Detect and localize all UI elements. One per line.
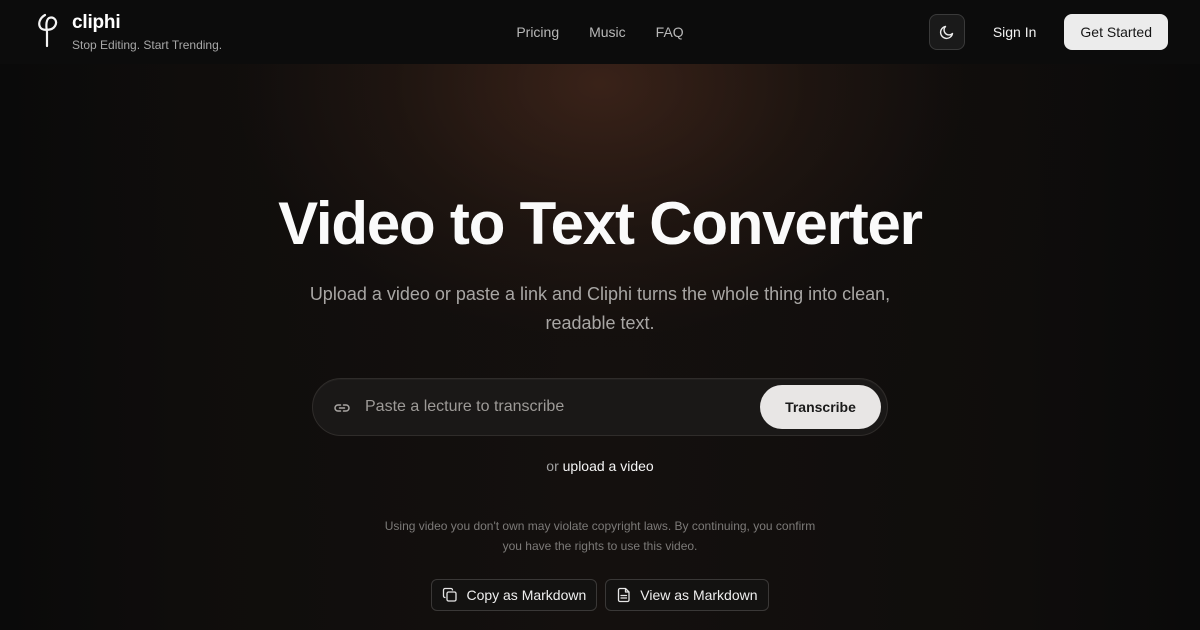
brand-name: cliphi	[72, 12, 121, 33]
copy-icon	[443, 587, 458, 602]
copyright-disclaimer: Using video you don't own may violate co…	[384, 519, 816, 553]
transcribe-button[interactable]: Transcribe	[760, 385, 881, 429]
copy-as-markdown-button[interactable]: Copy as Markdown	[431, 579, 598, 611]
page-title: Video to Text Converter	[278, 190, 923, 257]
get-started-button[interactable]: Get Started	[1064, 14, 1168, 50]
logo[interactable]: cliphi Stop Editing. Start Trending.	[34, 12, 222, 52]
moon-icon	[939, 25, 954, 40]
nav-link-faq[interactable]: FAQ	[656, 24, 684, 40]
view-as-markdown-button[interactable]: View as Markdown	[605, 579, 769, 611]
upload-prefix: or	[546, 458, 559, 474]
nav-link-music[interactable]: Music	[589, 24, 626, 40]
link-icon	[334, 404, 350, 412]
video-link-input[interactable]	[363, 387, 743, 427]
document-icon	[618, 587, 630, 603]
markdown-actions: Copy as Markdown View as Markdown	[0, 579, 1200, 611]
transcribe-input-bar: Transcribe	[312, 378, 888, 436]
view-as-markdown-label: View as Markdown	[640, 587, 758, 603]
upload-line: or upload a video	[0, 456, 1200, 476]
phi-logo-icon	[38, 13, 58, 48]
upload-video-link[interactable]: upload a video	[563, 458, 654, 474]
top-nav: cliphi Stop Editing. Start Trending. Pri…	[0, 0, 1200, 64]
logo-text: cliphi Stop Editing. Start Trending.	[72, 12, 222, 52]
nav-link-pricing[interactable]: Pricing	[516, 24, 559, 40]
theme-toggle-button[interactable]	[928, 14, 965, 50]
tagline: Stop Editing. Start Trending.	[72, 38, 223, 52]
hero-subtitle: Upload a video or paste a link and Cliph…	[309, 284, 891, 333]
nav-actions: Sign In Get Started	[928, 14, 1168, 50]
copy-as-markdown-label: Copy as Markdown	[466, 587, 587, 603]
sign-in-button[interactable]: Sign In	[981, 14, 1049, 50]
page: cliphi Stop Editing. Start Trending. Pri…	[0, 0, 1200, 630]
